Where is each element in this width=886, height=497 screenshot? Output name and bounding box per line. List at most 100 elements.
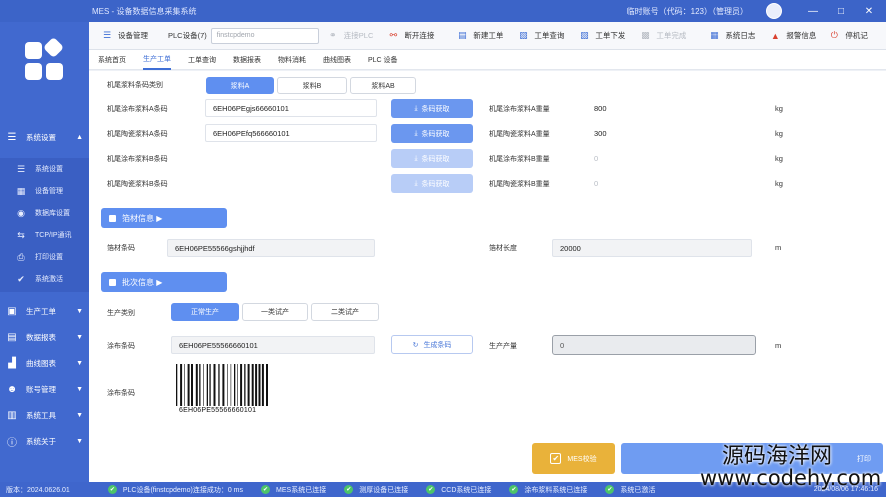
restore-button[interactable]: □ [830,6,852,17]
coating-slurry-a-code-input[interactable]: 6EH06PEgjs66660101 [205,99,377,117]
tab-order-query[interactable]: 工单查询 [188,50,216,70]
sidebar-item-label: TCP/IP通讯 [35,232,72,239]
title-bar: MES - 设备数据信息采集系统 临时账号（代码：123）（管理员） — □ ✕ [0,0,886,22]
production-type-label: 生产类别 [107,310,135,317]
chevron-up-icon: ▲ [76,133,83,141]
sidebar-group-label: 数据报表 [26,332,56,342]
printer-icon: ⎙ [17,251,25,262]
sidebar-item-print[interactable]: ⎙ 打印设置 [0,246,89,268]
row-label: 机尾陶瓷浆料A条码 [107,131,168,138]
slurry-option-ab[interactable]: 浆料AB [350,77,416,94]
sidebar-item-database[interactable]: ◉ 数据库设置 [0,202,89,224]
get-code-button-disabled[interactable]: ⤓ 条码获取 [391,149,473,168]
sidebar-group-tools[interactable]: ▥ 系统工具 ▼ [0,404,89,426]
tab-reports[interactable]: 数据报表 [233,50,261,70]
sidebar-group-about[interactable]: ⓘ 系统关于 ▼ [0,430,89,452]
sidebar-item-label: 数据库设置 [35,210,70,217]
unit-label: m [775,341,782,350]
status-item: ✔ 系统已激活 [605,485,655,495]
system-log-button[interactable]: ▦ 系统日志 [708,30,755,42]
connect-plc-button[interactable]: ⚭ 连接PLC [327,30,373,42]
checkbox-icon: ✔ [550,453,562,464]
tab-plc[interactable]: PLC 设备 [368,50,398,70]
coating-code-input[interactable]: 6EH06PE55566660101 [171,336,375,354]
coating-slurry-a-weight-input[interactable]: 800 [587,99,747,117]
sidebar-item-device-mgmt[interactable]: ▦ 设备管理 [0,180,89,202]
foil-code-input[interactable]: 6EH06PE55566gshjjhdf [167,239,375,257]
sidebar-item-activation[interactable]: ✔ 系统激活 [0,268,89,290]
order-issue-button[interactable]: ▨ 工单下发 [578,30,625,42]
refresh-icon: ↻ [412,341,419,349]
toolbar-label: 报警信息 [786,31,817,40]
button-label: 条码获取 [421,105,450,113]
slurry-option-b[interactable]: 浆料B [277,77,347,94]
sidebar-group-settings[interactable]: ☰ 系统设置 ▲ [0,126,89,148]
production-option-trial-2[interactable]: 二类试产 [311,303,379,321]
batch-info-section-header[interactable]: 批次信息 ▶ [101,272,227,292]
row-label: 机尾涂布浆料B条码 [107,156,168,163]
sidebar-group-accounts[interactable]: ☻ 账号管理 ▼ [0,378,89,400]
foil-length-input[interactable]: 20000 [552,239,752,257]
get-code-button[interactable]: ⤓ 条码获取 [391,99,473,118]
report-icon: ▤ [7,331,17,343]
tab-production-order[interactable]: 生产工单 [143,50,171,70]
database-icon: ◉ [17,207,25,218]
unit-label: m [775,243,782,252]
toolbox-icon: ▥ [7,409,17,421]
get-code-button[interactable]: ⤓ 条码获取 [391,124,473,143]
generate-code-button[interactable]: ↻ 生成条码 [391,335,473,354]
alarm-info-button[interactable]: ▲ 报警信息 [769,30,816,42]
avatar[interactable] [766,3,782,19]
tab-material[interactable]: 物料消耗 [278,50,306,70]
sidebar-item-label: 系统激活 [35,276,63,283]
send-icon: ▨ [580,30,589,40]
sidebar-group-charts[interactable]: ▟ 曲线图表 ▼ [0,352,89,374]
sidebar-group-reports[interactable]: ▤ 数据报表 ▼ [0,326,89,348]
production-option-normal[interactable]: 正常生产 [171,303,239,321]
coating-slurry-b-code-input[interactable] [205,149,377,167]
ceramic-slurry-a-code-input[interactable]: 6EH06PEfq566660101 [205,124,377,142]
sidebar-group-label: 生产工单 [26,306,56,316]
sidebar-group-label: 账号管理 [26,384,56,394]
get-code-button-disabled[interactable]: ⤓ 条码获取 [391,174,473,193]
plc-device-select[interactable]: finstcpdemo [210,27,319,44]
status-item: ✔ PLC设备(finstcpdemo)连接成功：0 ms [107,485,243,495]
mes-verify-button[interactable]: ✔ MES校验 [532,443,615,474]
toolbar-label: 设备管理 [118,31,148,40]
tab-home[interactable]: 系统首页 [98,50,126,70]
disconnect-button[interactable]: ⚯ 断开连接 [387,30,435,42]
network-icon: ⇆ [17,229,25,240]
check-circle-icon: ✔ [605,485,615,494]
sidebar-item-system-settings[interactable]: ☰ 系统设置 [0,158,89,180]
search-document-icon: ▧ [519,30,528,40]
output-value-field[interactable]: 0 [552,335,756,355]
ceramic-slurry-b-code-input[interactable] [205,174,377,192]
row-label: 机尾涂布浆料A重量 [489,106,550,113]
row-label: 机尾陶瓷浆料B条码 [107,181,168,188]
chevron-down-icon: ▼ [76,411,83,419]
foil-info-section-header[interactable]: 箔材信息 ▶ [101,208,227,228]
toolbar-label: PLC设备(7) [168,31,207,40]
status-item: ✔ CCD系统已连接 [426,485,491,495]
status-item: ✔ MES系统已连接 [261,485,326,495]
stop-record-button[interactable]: ⏻ 停机记 [828,30,868,42]
order-complete-button[interactable]: ▩ 工单完成 [639,30,686,42]
coating-slurry-b-weight-input[interactable]: 0 [587,149,747,167]
slurry-type-label: 机尾浆料条码类别 [107,82,163,89]
sidebar-item-tcp[interactable]: ⇆ TCP/IP通讯 [0,224,89,246]
new-order-button[interactable]: ▤ 新建工单 [456,30,503,42]
slurry-option-a[interactable]: 浆料A [206,77,274,94]
ceramic-slurry-a-weight-input[interactable]: 300 [587,124,747,142]
tab-charts[interactable]: 曲线图表 [323,50,351,70]
toolbar: ☰ 设备管理 PLC设备(7) finstcpdemo ⚭ 连接PLC ⚯ 断开… [89,22,886,50]
device-mgmt-button[interactable]: ☰ 设备管理 [101,30,148,42]
order-query-button[interactable]: ▧ 工单查询 [517,30,564,42]
chevron-down-icon: ▼ [76,385,83,393]
minimize-button[interactable]: — [802,6,824,17]
close-button[interactable]: ✕ [858,6,880,17]
section-title: 批次信息 ▶ [122,277,163,287]
unit-label: kg [775,129,783,138]
sidebar-group-orders[interactable]: ▣ 生产工单 ▼ [0,300,89,322]
ceramic-slurry-b-weight-input[interactable]: 0 [587,174,747,192]
production-option-trial-1[interactable]: 一类试产 [242,303,308,321]
